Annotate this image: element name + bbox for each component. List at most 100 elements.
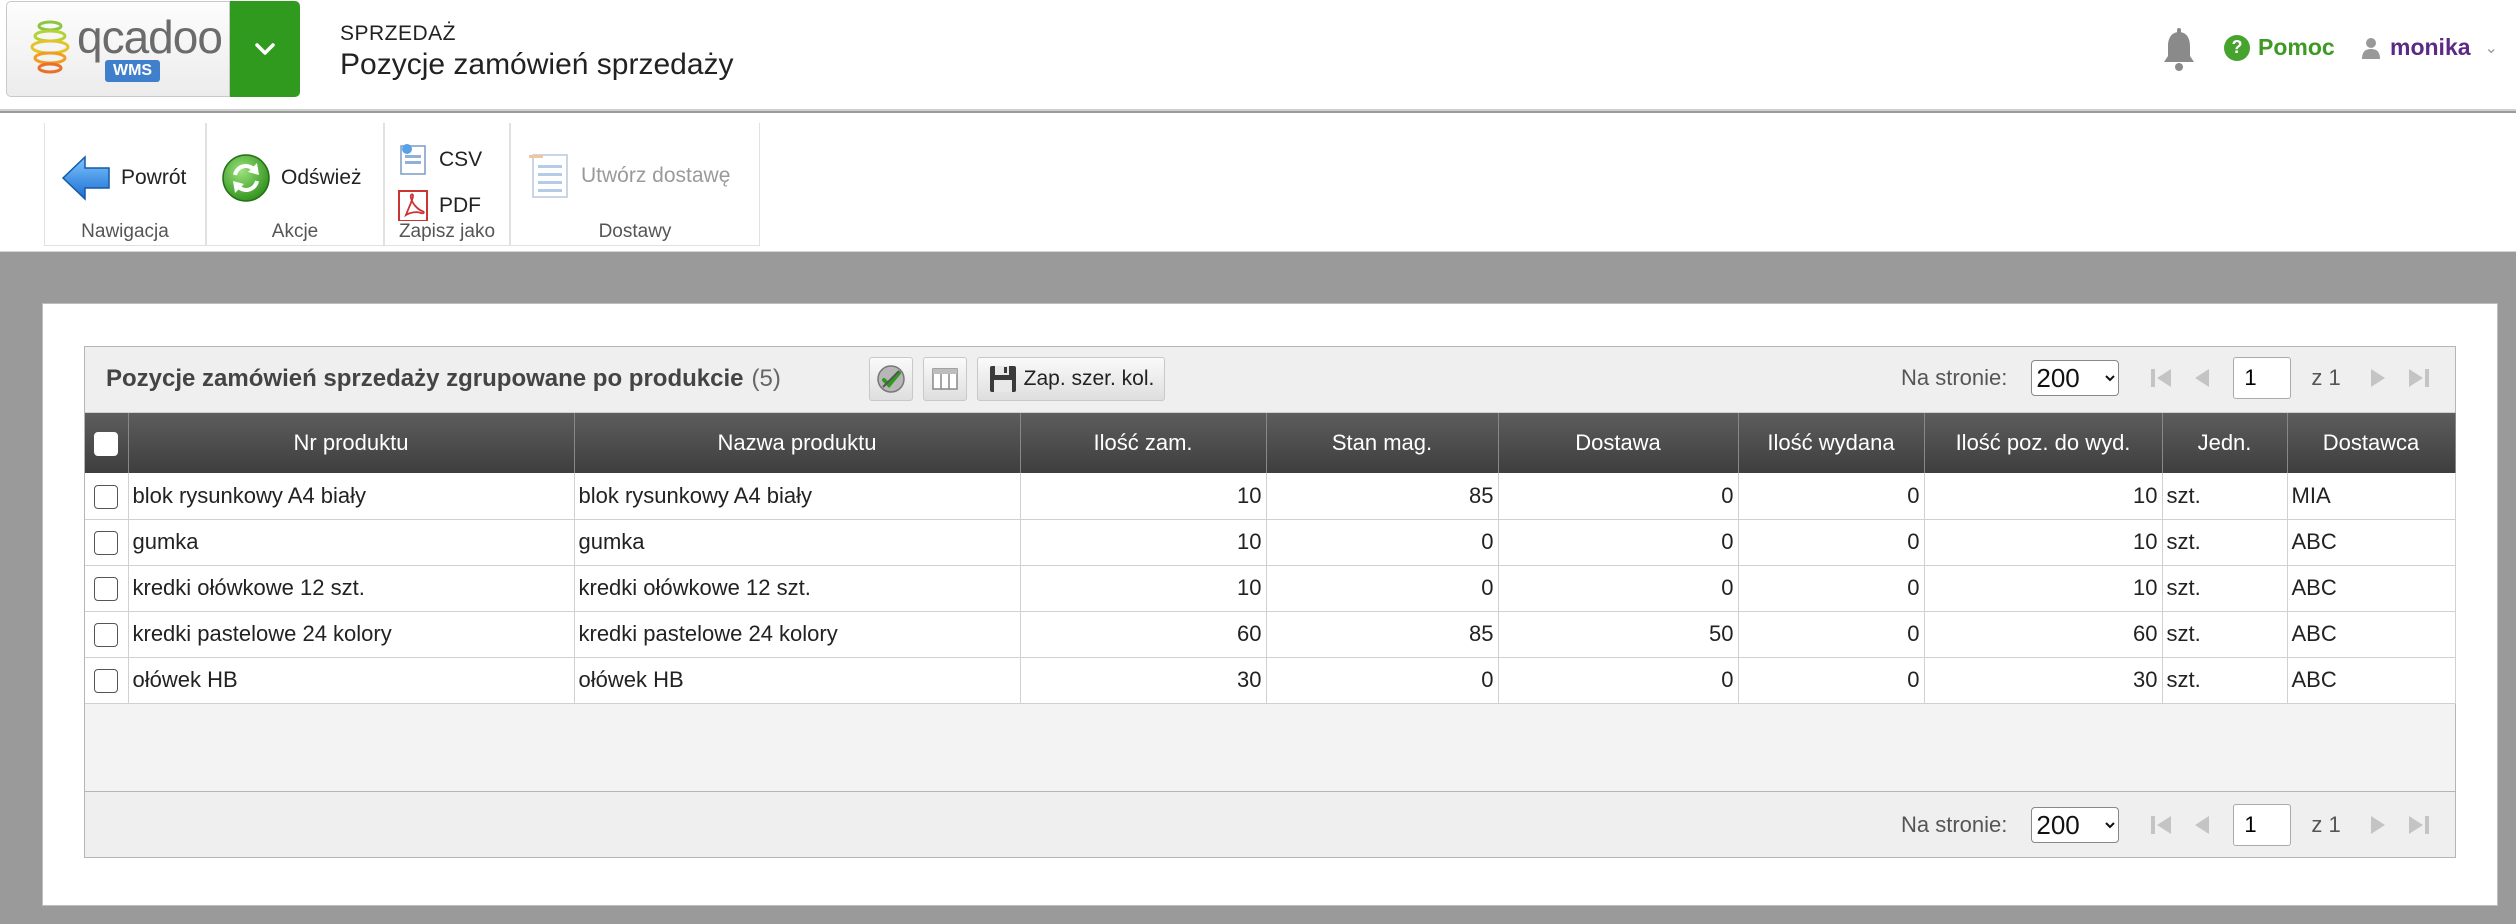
- row-checkbox[interactable]: [94, 531, 119, 556]
- columns-icon: [932, 368, 958, 390]
- cell-delivery: 0: [1498, 519, 1739, 566]
- first-page-icon[interactable]: [2149, 366, 2175, 390]
- list-icon: [529, 154, 568, 198]
- row-checkbox[interactable]: [94, 669, 119, 694]
- data-table: Nr produktu Nazwa produktu Ilość zam. St…: [85, 413, 2456, 704]
- row-select-cell[interactable]: [85, 473, 129, 520]
- cell-product-name: gumka: [574, 519, 1021, 566]
- column-header[interactable]: Dostawca: [2287, 413, 2456, 473]
- table-row[interactable]: kredki ołówkowe 12 szt. kredki ołówkowe …: [85, 565, 2456, 612]
- logo-rings-icon: [30, 20, 70, 74]
- column-header[interactable]: Stan mag.: [1266, 413, 1499, 473]
- cell-unit: szt.: [2162, 519, 2288, 566]
- ribbon-group-navigation: Powrót Nawigacja: [44, 123, 206, 246]
- table-row[interactable]: blok rysunkowy A4 biały blok rysunkowy A…: [85, 473, 2456, 520]
- logo-text: qcadoo: [77, 11, 223, 63]
- csv-button-label: CSV: [439, 148, 483, 171]
- row-select-cell[interactable]: [85, 565, 129, 612]
- grid-title: Pozycje zamówień sprzedaży zgrupowane po…: [106, 365, 781, 393]
- prev-page-icon[interactable]: [2189, 366, 2215, 390]
- page-number-input[interactable]: [2233, 357, 2292, 399]
- save-column-widths-button[interactable]: Zap. szer. kol.: [977, 357, 1165, 401]
- next-page-icon[interactable]: [2365, 813, 2391, 837]
- column-header[interactable]: Dostawa: [1498, 413, 1739, 473]
- create-delivery-button[interactable]: Utwórz dostawę: [527, 151, 730, 201]
- last-page-icon[interactable]: [2405, 813, 2431, 837]
- cell-to-issue-qty: 10: [1924, 519, 2163, 566]
- pdf-icon: [398, 190, 428, 222]
- table-header-row: Nr produktu Nazwa produktu Ilość zam. St…: [85, 413, 2456, 473]
- page-title: Pozycje zamówień sprzedaży: [340, 48, 734, 81]
- main-menu-button[interactable]: [230, 1, 300, 97]
- cell-ordered-qty: 10: [1020, 565, 1267, 612]
- column-header[interactable]: Nr produktu: [128, 413, 575, 473]
- back-button-label: Powrót: [121, 166, 187, 189]
- cell-delivery: 0: [1498, 565, 1739, 612]
- columns-button[interactable]: [923, 357, 967, 401]
- cell-unit: szt.: [2162, 473, 2288, 520]
- column-header[interactable]: Ilość wydana: [1738, 413, 1925, 473]
- ribbon-group-label: Dostawy: [511, 221, 759, 243]
- column-header[interactable]: Ilość zam.: [1020, 413, 1267, 473]
- cell-to-issue-qty: 10: [1924, 565, 2163, 612]
- column-header[interactable]: Ilość poz. do wyd.: [1924, 413, 2163, 473]
- save-icon: [989, 366, 1016, 392]
- user-name: monika: [2390, 34, 2471, 60]
- column-header[interactable]: Nazwa produktu: [574, 413, 1021, 473]
- cell-product-name: ołówek HB: [574, 657, 1021, 704]
- table-row[interactable]: ołówek HB ołówek HB 30 0 0 0 30 szt. ABC: [85, 657, 2456, 704]
- row-select-cell[interactable]: [85, 519, 129, 566]
- csv-button[interactable]: CSV: [397, 143, 482, 177]
- next-page-icon[interactable]: [2365, 366, 2391, 390]
- grid-footer: Na stronie: 200 z 1: [85, 791, 2455, 857]
- arrow-left-icon: [61, 155, 110, 201]
- cell-product-name: kredki ołówkowe 12 szt.: [574, 565, 1021, 612]
- row-select-cell[interactable]: [85, 611, 129, 658]
- cell-stock: 0: [1266, 565, 1499, 612]
- table-row[interactable]: kredki pastelowe 24 kolory kredki pastel…: [85, 611, 2456, 658]
- bell-icon[interactable]: [2162, 28, 2196, 72]
- per-page-label: Na stronie:: [1901, 812, 2008, 837]
- row-checkbox[interactable]: [94, 623, 119, 648]
- cell-issued-qty: 0: [1738, 473, 1925, 520]
- per-page-select[interactable]: 200: [2031, 807, 2120, 843]
- save-column-widths-label: Zap. szer. kol.: [1023, 367, 1155, 390]
- user-icon: [2362, 37, 2380, 59]
- help-link[interactable]: ? Pomoc: [2224, 34, 2335, 61]
- caret-down-icon: ⌄: [2484, 39, 2498, 57]
- cell-product-name: blok rysunkowy A4 biały: [574, 473, 1021, 520]
- cell-stock: 85: [1266, 611, 1499, 658]
- grid-panel: Pozycje zamówień sprzedaży zgrupowane po…: [84, 346, 2456, 858]
- pdf-button[interactable]: PDF: [397, 189, 481, 223]
- cell-product-number: ołówek HB: [128, 657, 575, 704]
- prev-page-icon[interactable]: [2189, 813, 2215, 837]
- column-header[interactable]: Jedn.: [2162, 413, 2288, 473]
- app-logo[interactable]: qcadoo WMS: [6, 1, 230, 97]
- create-delivery-label: Utwórz dostawę: [581, 164, 731, 187]
- per-page-label: Na stronie:: [1901, 365, 2008, 390]
- top-header: qcadoo WMS SPRZEDAŻ Pozycje zamówień spr…: [0, 0, 2516, 111]
- select-all-checkbox[interactable]: [94, 432, 119, 457]
- first-page-icon[interactable]: [2149, 813, 2175, 837]
- section-label: SPRZEDAŻ: [340, 22, 457, 45]
- chevron-down-icon: [255, 43, 275, 55]
- refresh-button[interactable]: Odśwież: [221, 153, 362, 203]
- page-number-input[interactable]: [2233, 804, 2292, 846]
- cell-supplier: MIA: [2287, 473, 2456, 520]
- row-checkbox[interactable]: [94, 484, 119, 509]
- bottom-pager: Na stronie: 200 z 1: [1901, 804, 2431, 846]
- last-page-icon[interactable]: [2405, 366, 2431, 390]
- row-select-cell[interactable]: [85, 657, 129, 704]
- select-all-cell[interactable]: [85, 413, 129, 473]
- cell-product-number: kredki ołówkowe 12 szt.: [128, 565, 575, 612]
- user-menu[interactable]: monika ⌄: [2362, 34, 2498, 61]
- grid-header: Pozycje zamówień sprzedaży zgrupowane po…: [85, 347, 2455, 413]
- table-row[interactable]: gumka gumka 10 0 0 0 10 szt. ABC: [85, 519, 2456, 566]
- back-button[interactable]: Powrót: [61, 153, 186, 203]
- filter-toggle-button[interactable]: [869, 357, 913, 401]
- page-total-label: z 1: [2311, 365, 2341, 390]
- per-page-select[interactable]: 200: [2031, 360, 2120, 396]
- ribbon-group-label: Akcje: [207, 221, 383, 243]
- cell-ordered-qty: 10: [1020, 519, 1267, 566]
- row-checkbox[interactable]: [94, 577, 119, 602]
